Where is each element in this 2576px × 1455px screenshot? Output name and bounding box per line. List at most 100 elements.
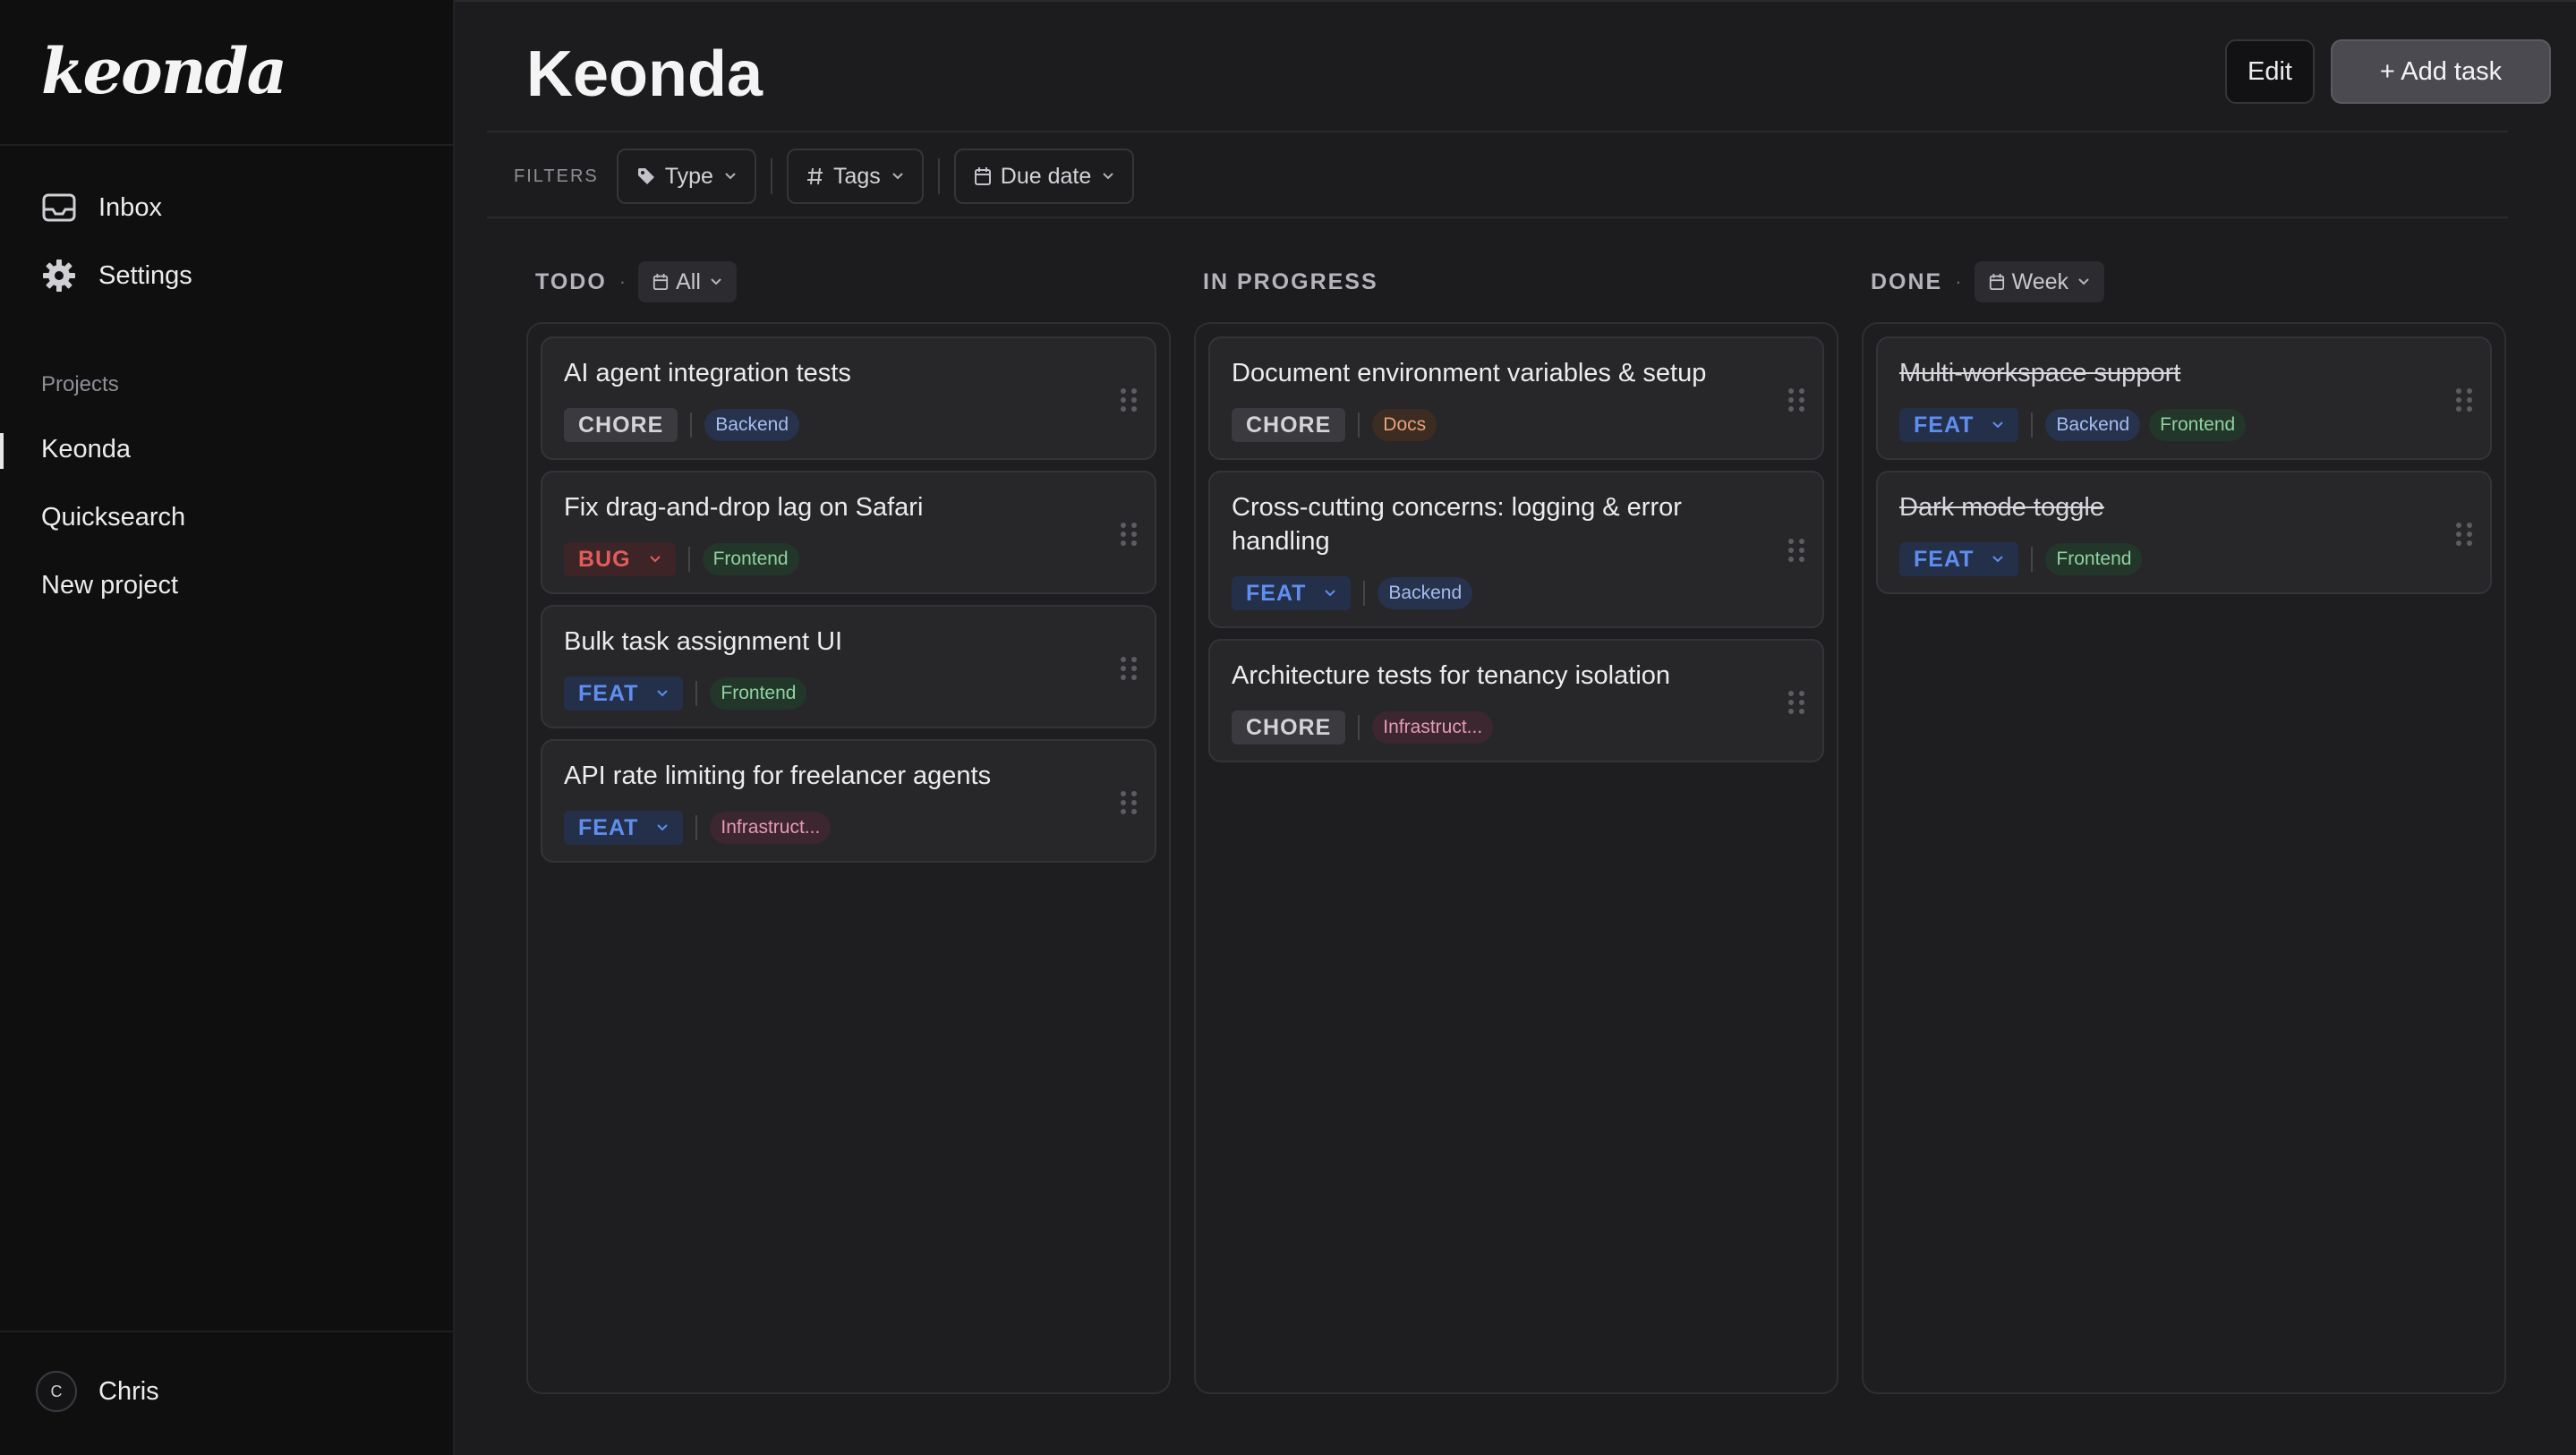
divider [0,144,453,146]
task-title: Fix drag-and-drop lag on Safari [564,493,924,522]
filter-type[interactable]: Type [616,149,756,204]
sidebar-item-label: Inbox [98,192,162,222]
sidebar: keonda Inbox Settings Projects Keonda Qu… [0,0,455,1455]
type-badge[interactable]: CHORE [1232,408,1346,442]
chevron-down-icon [656,823,669,832]
filter-tags[interactable]: Tags [786,149,924,204]
chevron-down-icon [1102,172,1114,181]
calendar-icon [1989,273,2005,291]
filter-label: Due date [1000,163,1092,189]
type-badge[interactable]: FEAT [1899,408,2019,442]
column-in-progress: Document environment variables & setup C… [1194,322,1838,1394]
chevron-down-icon [1992,421,2004,430]
chevron-down-icon [1324,589,1336,598]
tag-badge: Infrastruct... [1372,711,1494,744]
active-indicator [0,433,4,469]
drag-handle-icon[interactable] [1788,388,1806,412]
type-badge[interactable]: CHORE [1232,710,1346,745]
drag-handle-icon[interactable] [1121,657,1139,680]
type-badge[interactable]: FEAT [564,676,684,710]
main-panel: Keonda Edit + Add task FILTERS Type Tags [455,0,2576,1455]
column-title: TODO [535,268,607,294]
drag-handle-icon[interactable] [1121,388,1139,412]
type-badge[interactable]: FEAT [564,811,684,845]
column-title: DONE [1871,268,1943,294]
tag-badge: Backend [704,409,800,441]
tag-badge: Backend [1378,577,1473,609]
app-logo[interactable]: keonda [41,34,287,108]
drag-handle-icon[interactable] [1121,523,1139,546]
user-name: Chris [98,1376,159,1406]
task-card[interactable]: Bulk task assignment UI FEAT Frontend [541,605,1156,728]
range-filter-done[interactable]: Week [1974,261,2105,302]
divider [487,217,2508,218]
divider [0,1331,453,1332]
hash-icon [806,166,824,186]
tag-badge: Docs [1372,409,1437,441]
tag-badge: Frontend [2149,409,2247,441]
chevron-down-icon [891,172,904,181]
filters-label: FILTERS [514,166,599,186]
project-item-keonda[interactable]: Keonda [41,435,131,464]
task-title: Cross-cutting concerns: logging & error … [1232,493,1682,556]
avatar: C [36,1371,77,1412]
drag-handle-icon[interactable] [2456,523,2474,546]
task-card[interactable]: AI agent integration tests CHORE Backend [541,336,1156,460]
gear-icon [41,258,77,294]
user-menu[interactable]: C Chris [36,1371,159,1412]
tag-icon [636,166,656,186]
range-filter-todo[interactable]: All [638,261,737,302]
column-title: IN PROGRESS [1203,268,1378,294]
task-title: Architecture tests for tenancy isolation [1232,661,1671,690]
project-item-quicksearch[interactable]: Quicksearch [41,503,185,532]
projects-section-label: Projects [41,372,119,396]
divider [937,158,940,194]
drag-handle-icon[interactable] [1121,791,1139,814]
chevron-down-icon [710,277,722,286]
calendar-icon [653,273,669,291]
divider [770,158,772,194]
drag-handle-icon[interactable] [2456,388,2474,412]
range-label: All [676,268,701,294]
tag-badge: Frontend [710,677,807,710]
chevron-down-icon [2077,277,2090,286]
filter-bar: FILTERS Type Tags Due date [514,149,1135,204]
task-card[interactable]: Architecture tests for tenancy isolation… [1208,639,1824,762]
range-label: Week [2011,268,2069,294]
chevron-down-icon [656,689,669,698]
filter-label: Tags [832,163,881,189]
divider [487,131,2508,132]
filter-due-date[interactable]: Due date [953,149,1135,204]
task-title: Multi-workspace support [1899,359,2181,387]
drag-handle-icon[interactable] [1788,539,1806,562]
column-header-in-progress: IN PROGRESS [1203,261,1378,302]
page-title: Keonda [526,38,763,110]
task-title: Bulk task assignment UI [564,627,843,656]
task-card[interactable]: Fix drag-and-drop lag on Safari BUG Fron… [541,471,1156,594]
new-project-link[interactable]: New project [41,571,178,600]
type-badge[interactable]: FEAT [1232,576,1352,610]
drag-handle-icon[interactable] [1788,691,1806,714]
type-badge[interactable]: FEAT [1899,542,2019,576]
type-badge[interactable]: BUG [564,542,676,576]
column-todo: AI agent integration tests CHORE Backend… [526,322,1171,1394]
task-title: Document environment variables & setup [1232,359,1707,387]
filter-label: Type [664,163,713,189]
sidebar-item-inbox[interactable]: Inbox [41,183,162,233]
sidebar-item-settings[interactable]: Settings [41,251,192,301]
sidebar-item-label: Settings [98,260,192,290]
chevron-down-icon [1992,555,2004,564]
task-card[interactable]: API rate limiting for freelancer agents … [541,739,1156,863]
task-title: API rate limiting for freelancer agents [564,762,992,790]
task-card[interactable]: Dark mode toggle FEAT Frontend [1876,471,2492,594]
tag-badge: Frontend [2045,543,2143,575]
edit-button[interactable]: Edit [2225,39,2315,104]
task-title: Dark mode toggle [1899,493,2104,522]
column-header-todo: TODO · All [535,261,737,302]
type-badge[interactable]: CHORE [564,408,678,442]
add-task-button[interactable]: + Add task [2331,39,2551,104]
task-card[interactable]: Multi-workspace support FEAT Backend Fro… [1876,336,2492,460]
task-card[interactable]: Cross-cutting concerns: logging & error … [1208,471,1824,628]
task-card[interactable]: Document environment variables & setup C… [1208,336,1824,460]
calendar-icon [974,166,992,186]
